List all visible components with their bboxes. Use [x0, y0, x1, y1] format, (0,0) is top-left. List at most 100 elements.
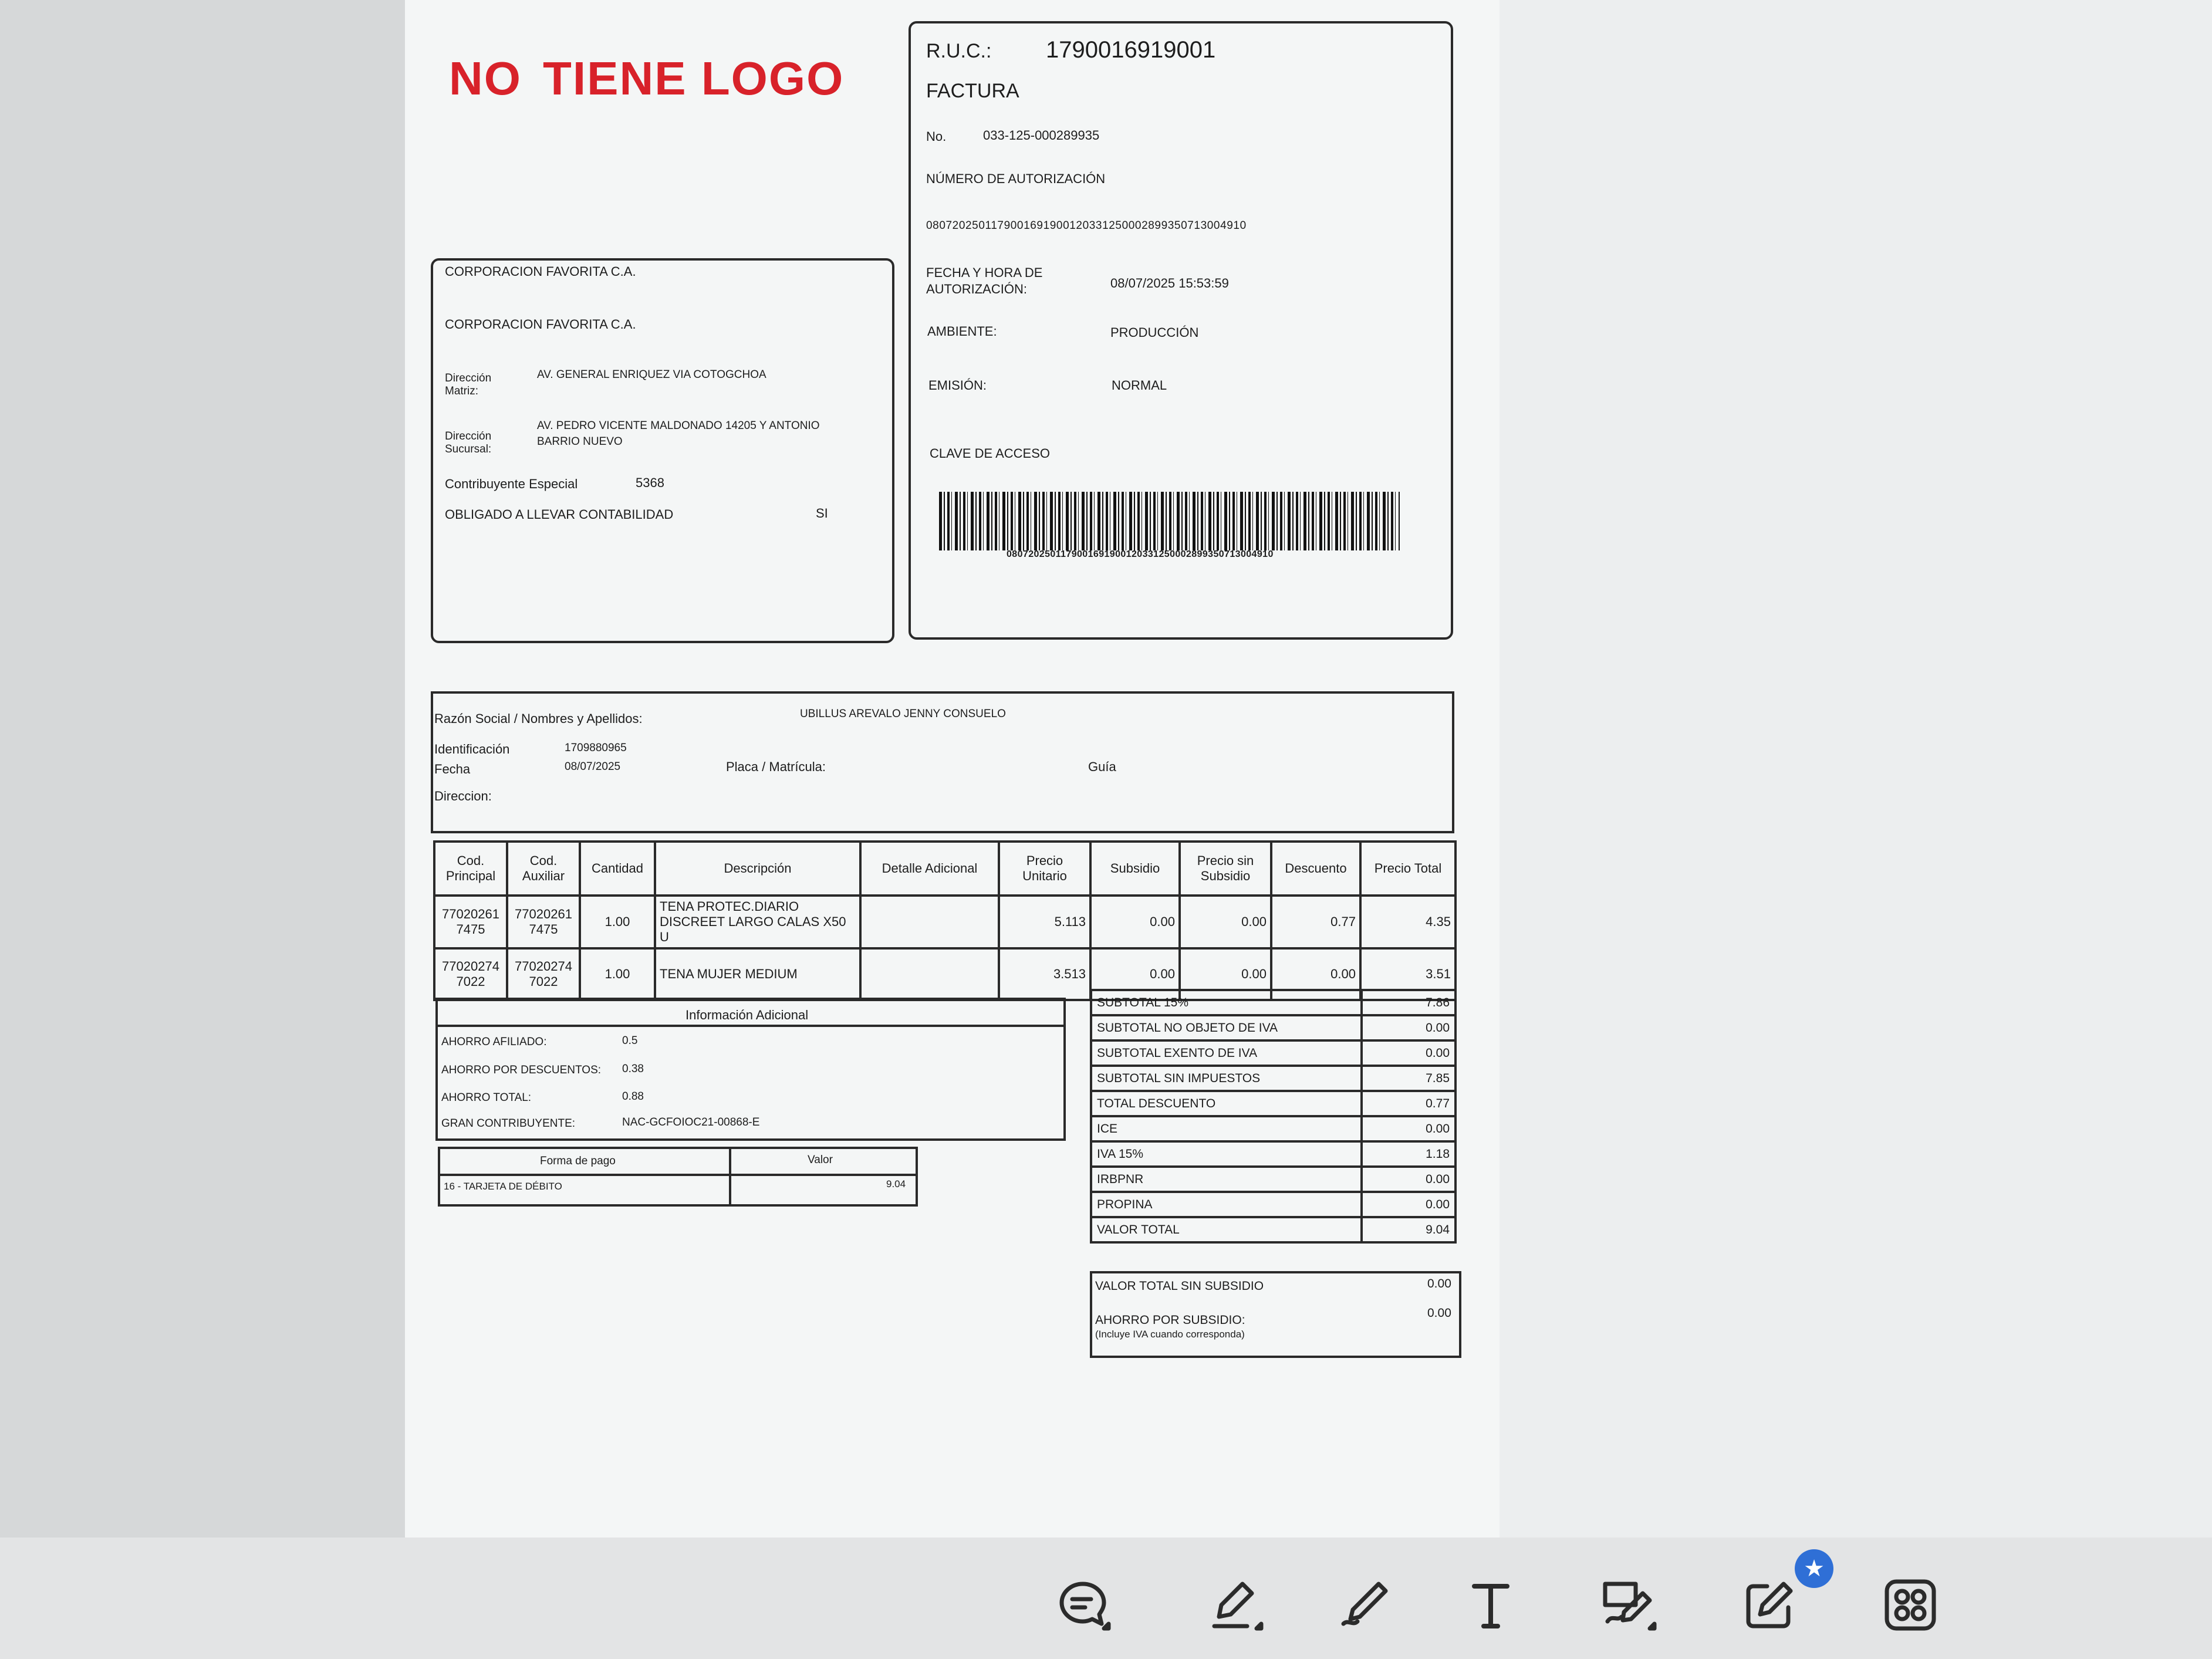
new-feature-star-icon: ★: [1795, 1549, 1833, 1588]
obligado-value: SI: [816, 506, 828, 521]
total-label: VALOR TOTAL: [1090, 1216, 1363, 1244]
precio-unitario: 5.113: [998, 894, 1092, 950]
info-adicional-title: Información Adicional: [685, 1008, 809, 1022]
ambiente-label: AMBIENTE:: [927, 324, 997, 339]
col-header: Subsidio: [1089, 840, 1181, 897]
total-label: SUBTOTAL EXENTO DE IVA: [1090, 1039, 1363, 1067]
info-label: AHORRO AFILIADO:: [441, 1036, 547, 1048]
cantidad: 1.00: [579, 947, 656, 1001]
valor-sin-subsidio-value: 0.00: [1427, 1277, 1451, 1290]
col-header: Precio Total: [1359, 840, 1457, 897]
col-header: Cantidad: [579, 840, 656, 897]
clave-acceso-label: CLAVE DE ACCESO: [930, 446, 1050, 461]
fecha-value: 08/07/2025: [565, 761, 621, 773]
access-key-barcode: [939, 492, 1400, 550]
barcode-number: 0807202501179001691900120331250002899350…: [1007, 549, 1274, 559]
ahorro-subsidio-value: 0.00: [1427, 1306, 1451, 1320]
col-header: Precio sin Subsidio: [1178, 840, 1272, 897]
logo-word-2: TIENE LOGO: [543, 52, 845, 104]
total-value: 0.77: [1360, 1090, 1457, 1117]
obligado-label: OBLIGADO A LLEVAR CONTABILIDAD: [445, 507, 674, 522]
fecha-label: Fecha: [434, 762, 471, 776]
total-label: SUBTOTAL 15%: [1090, 989, 1363, 1016]
total-label: ICE: [1090, 1115, 1363, 1143]
identificacion-value: 1709880965: [565, 742, 627, 754]
total-value: 1.18: [1360, 1140, 1457, 1168]
issuer-name-2: CORPORACION FAVORITA C.A.: [445, 317, 636, 332]
issuer-name-1: CORPORACION FAVORITA C.A.: [445, 264, 636, 279]
ambiente-value: PRODUCCIÓN: [1110, 325, 1199, 340]
totals-table: SUBTOTAL 15% 7.86 SUBTOTAL NO OBJETO DE I…: [1090, 989, 1457, 1244]
info-label: AHORRO TOTAL:: [441, 1092, 532, 1104]
col-header: Cod. Auxiliar: [506, 840, 581, 897]
contribuyente-label: Contribuyente Especial: [445, 477, 578, 491]
auth-date-label-line2: AUTORIZACIÓN:: [926, 282, 1027, 296]
totals-row: PROPINA 0.00: [1090, 1191, 1457, 1218]
logo-placeholder: NO TIENE LOGO: [449, 52, 865, 106]
col-header: Descripción: [654, 840, 862, 897]
total-value: 0.00: [1360, 1115, 1457, 1143]
ruc-value: 1790016919001: [1046, 37, 1216, 63]
total-label: SUBTOTAL SIN IMPUESTOS: [1090, 1065, 1363, 1092]
matriz-label: Dirección Matriz:: [445, 372, 492, 397]
total-value: 0.00: [1360, 1191, 1457, 1218]
ahorro-subsidio-note: (Incluye IVA cuando corresponda): [1095, 1329, 1245, 1340]
items-table: Cod. Principal Cod. Auxiliar Cantidad De…: [433, 840, 1457, 1001]
cod-auxiliar: 770202747022: [506, 947, 581, 1001]
col-header: Precio Unitario: [998, 840, 1092, 897]
precio-unitario: 3.513: [998, 947, 1092, 1001]
total-label: PROPINA: [1090, 1191, 1363, 1218]
forma-pago-col-divider: [729, 1147, 731, 1204]
detalle-adicional: [859, 894, 1000, 950]
total-value: 0.00: [1360, 1165, 1457, 1193]
emision-label: EMISIÓN:: [928, 378, 987, 393]
pago-valor-value: 9.04: [886, 1178, 906, 1190]
signature-icon[interactable]: [1596, 1573, 1661, 1637]
items-header-row: Cod. Principal Cod. Auxiliar Cantidad De…: [433, 840, 1457, 897]
contribuyente-value: 5368: [636, 475, 664, 490]
col-header: Detalle Adicional: [859, 840, 1000, 897]
highlighter-icon[interactable]: [1203, 1573, 1268, 1637]
total-label: IRBPNR: [1090, 1165, 1363, 1193]
razon-social-label: Razón Social / Nombres y Apellidos:: [434, 711, 643, 726]
cantidad: 1.00: [579, 894, 656, 950]
edit-note-icon[interactable]: [1737, 1573, 1802, 1637]
total-value: 7.86: [1360, 989, 1457, 1016]
identificacion-label: Identificación: [434, 742, 510, 756]
forma-pago-header: Forma de pago: [540, 1155, 616, 1167]
totals-row: SUBTOTAL SIN IMPUESTOS 7.85: [1090, 1065, 1457, 1092]
totals-row: IVA 15% 1.18: [1090, 1140, 1457, 1168]
totals-row: SUBTOTAL EXENTO DE IVA 0.00: [1090, 1039, 1457, 1067]
auth-date-label-line1: FECHA Y HORA DE: [926, 265, 1043, 280]
text-icon[interactable]: [1458, 1573, 1523, 1637]
col-header: Descuento: [1270, 840, 1362, 897]
totals-row: SUBTOTAL NO OBJETO DE IVA 0.00: [1090, 1014, 1457, 1042]
totals-row: IRBPNR 0.00: [1090, 1165, 1457, 1193]
pen-icon[interactable]: [1332, 1573, 1397, 1637]
forma-pago-box: [438, 1147, 918, 1207]
comment-icon[interactable]: [1051, 1573, 1115, 1637]
subsidio: 0.00: [1089, 894, 1181, 950]
razon-social-value: UBILLUS AREVALO JENNY CONSUELO: [800, 708, 1006, 720]
grid-apps-icon[interactable]: [1878, 1573, 1943, 1637]
cod-principal: 770202617475: [433, 894, 508, 950]
col-header: Cod. Principal: [433, 840, 508, 897]
matriz-value: AV. GENERAL ENRIQUEZ VIA COTOGCHOA: [537, 369, 766, 381]
precio-total: 4.35: [1359, 894, 1457, 950]
ruc-label: R.U.C.:: [926, 40, 992, 62]
authorization-value: 0807202501179001691900120331250002899350…: [926, 219, 1247, 232]
total-value: 7.85: [1360, 1065, 1457, 1092]
info-label: AHORRO POR DESCUENTOS:: [441, 1064, 602, 1076]
desk-background-left: [0, 0, 405, 1538]
totals-row: VALOR TOTAL 9.04: [1090, 1216, 1457, 1244]
invoice-number-value: 033-125-000289935: [983, 128, 1100, 143]
document-type: FACTURA: [926, 80, 1019, 102]
total-value: 0.00: [1360, 1014, 1457, 1042]
sucursal-value-line2: BARRIO NUEVO: [537, 435, 623, 448]
total-value: 0.00: [1360, 1039, 1457, 1067]
auth-date-value: 08/07/2025 15:53:59: [1110, 276, 1229, 290]
info-value: NAC-GCFOIOC21-00868-E: [622, 1116, 760, 1128]
authorization-label: NÚMERO DE AUTORIZACIÓN: [926, 171, 1106, 186]
logo-word-1: NO: [449, 52, 522, 104]
valor-sin-subsidio-label: VALOR TOTAL SIN SUBSIDIO: [1095, 1279, 1264, 1293]
